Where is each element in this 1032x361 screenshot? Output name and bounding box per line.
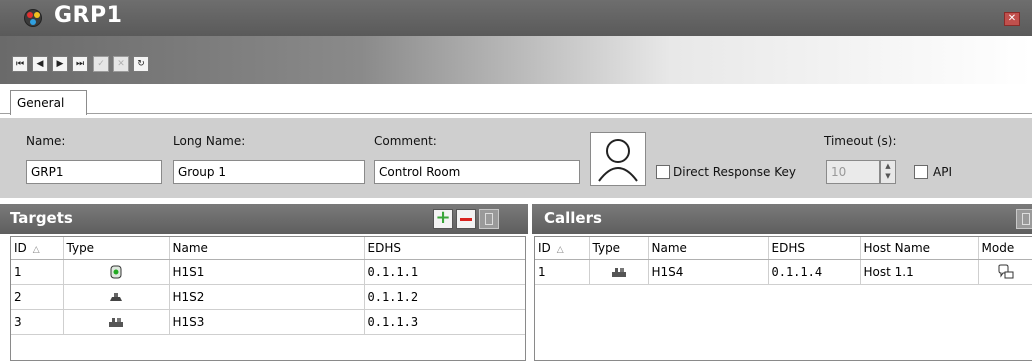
cell-name: H1S3 xyxy=(169,309,365,335)
cell-type xyxy=(63,259,170,285)
desk-station-icon xyxy=(110,292,122,301)
refresh-button[interactable]: ↻ xyxy=(133,56,149,72)
column-header-name[interactable]: Name xyxy=(648,237,769,260)
apply-button[interactable]: ✓ xyxy=(93,56,109,72)
callers-title: Callers xyxy=(544,209,602,227)
cancel-changes-button[interactable]: ✕ xyxy=(113,56,129,72)
long-name-field[interactable]: Group 1 xyxy=(173,160,365,184)
add-target-button[interactable]: + xyxy=(433,209,453,229)
api-label: API xyxy=(933,165,952,179)
keyboard-station-icon xyxy=(611,267,626,277)
table-row[interactable]: 2 H1S2 0.1.1.2 xyxy=(11,284,525,310)
tab-strip: General xyxy=(0,84,1032,115)
direct-response-key-label: Direct Response Key xyxy=(673,165,796,179)
cell-name: H1S2 xyxy=(169,284,365,310)
timeout-label: Timeout (s): xyxy=(824,134,897,148)
title-bar: GRP1 ✕ xyxy=(0,0,1032,36)
timeout-field[interactable]: 10 xyxy=(826,160,880,184)
column-header-type[interactable]: Type xyxy=(63,237,170,260)
tab-general[interactable]: General xyxy=(10,90,87,115)
cell-name: H1S4 xyxy=(648,259,769,285)
callers-grid: ID △ Type Name EDHS Host Name Mode 1 H1S4… xyxy=(534,236,1032,361)
cell-name: H1S1 xyxy=(169,259,365,285)
record-toolbar: ⏮ ◀ ▶ ⏭ ✓ ✕ ↻ xyxy=(0,36,1032,84)
column-header-id[interactable]: ID △ xyxy=(11,237,64,260)
cell-host-name: Host 1.1 xyxy=(860,259,979,285)
close-button[interactable]: ✕ xyxy=(1004,12,1020,26)
keyboard-station-icon xyxy=(109,317,123,327)
cell-id: 2 xyxy=(11,284,64,310)
name-label: Name: xyxy=(26,134,66,148)
general-form: Name: GRP1 Long Name: Group 1 Comment: C… xyxy=(0,118,1032,198)
next-record-button[interactable]: ▶ xyxy=(52,56,68,72)
cell-type xyxy=(589,259,649,285)
remove-target-button[interactable] xyxy=(456,209,476,229)
column-header-type[interactable]: Type xyxy=(589,237,649,260)
cell-edhs: 0.1.1.2 xyxy=(364,284,525,310)
table-row[interactable]: 3 H1S3 0.1.1.3 xyxy=(11,309,525,335)
target-properties-button[interactable] xyxy=(479,209,499,229)
column-header-host-name[interactable]: Host Name xyxy=(860,237,979,260)
table-row[interactable]: 1 H1S1 0.1.1.1 xyxy=(11,259,525,285)
previous-record-button[interactable]: ◀ xyxy=(32,56,48,72)
timeout-spinner[interactable]: ▲ ▼ xyxy=(880,160,896,184)
avatar-icon[interactable] xyxy=(590,132,646,186)
comment-label: Comment: xyxy=(374,134,437,148)
api-checkbox[interactable] xyxy=(914,165,928,179)
comment-field[interactable]: Control Room xyxy=(374,160,580,184)
cell-id: 3 xyxy=(11,309,64,335)
cell-edhs: 0.1.1.4 xyxy=(768,259,861,285)
targets-header-row: ID △ Type Name EDHS xyxy=(11,237,525,260)
cell-id: 1 xyxy=(535,259,590,285)
column-header-edhs[interactable]: EDHS xyxy=(768,237,861,260)
targets-header: Targets + xyxy=(0,204,528,234)
cell-type xyxy=(63,309,170,335)
cell-id: 1 xyxy=(11,259,64,285)
column-header-edhs[interactable]: EDHS xyxy=(364,237,525,260)
last-record-button[interactable]: ⏭ xyxy=(72,56,88,72)
targets-title: Targets xyxy=(10,209,73,227)
direct-response-key-checkbox[interactable] xyxy=(656,165,670,179)
caller-properties-button[interactable] xyxy=(1016,209,1032,229)
panel-icon xyxy=(110,265,122,279)
column-header-mode[interactable]: Mode xyxy=(978,237,1032,260)
targets-grid: ID △ Type Name EDHS 1 H1S1 0.1.1.1 2 H1S2… xyxy=(10,236,526,361)
cell-type xyxy=(63,284,170,310)
name-field[interactable]: GRP1 xyxy=(26,160,162,184)
callers-header: Callers xyxy=(532,204,1032,234)
talk-mode-icon xyxy=(998,264,1014,278)
cell-edhs: 0.1.1.3 xyxy=(364,309,525,335)
long-name-label: Long Name: xyxy=(173,134,246,148)
column-header-id[interactable]: ID △ xyxy=(535,237,590,260)
cell-mode xyxy=(978,259,1032,285)
window-title: GRP1 xyxy=(54,3,123,28)
column-header-name[interactable]: Name xyxy=(169,237,365,260)
group-app-icon xyxy=(24,9,42,27)
first-record-button[interactable]: ⏮ xyxy=(12,56,28,72)
table-row[interactable]: 1 H1S4 0.1.1.4 Host 1.1 xyxy=(535,259,1032,285)
cell-edhs: 0.1.1.1 xyxy=(364,259,525,285)
callers-header-row: ID △ Type Name EDHS Host Name Mode xyxy=(535,237,1032,260)
